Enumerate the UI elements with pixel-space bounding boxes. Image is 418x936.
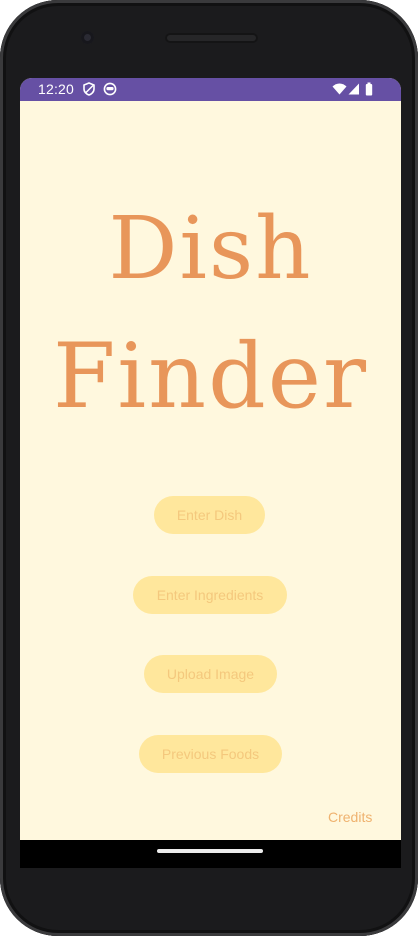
app-screen: 12:20 Dish Finder Enter Dish Enter Ingre… — [20, 78, 401, 840]
upload-image-button[interactable]: Upload Image — [144, 655, 277, 693]
front-camera — [81, 31, 94, 44]
enter-dish-button[interactable]: Enter Dish — [154, 496, 265, 534]
battery-icon — [365, 82, 373, 96]
home-gesture-handle[interactable] — [157, 849, 263, 853]
phone-frame: 12:20 Dish Finder Enter Dish Enter Ingre… — [0, 0, 418, 936]
previous-foods-button[interactable]: Previous Foods — [139, 735, 282, 773]
credits-link[interactable]: Credits — [328, 809, 372, 825]
face-icon — [103, 82, 117, 96]
app-title-line1: Dish — [108, 199, 313, 299]
app-title-line2: Finder — [52, 324, 369, 429]
signal-icon — [348, 83, 359, 95]
shield-icon — [83, 82, 95, 96]
status-bar: 12:20 — [20, 78, 401, 101]
wifi-icon — [332, 83, 347, 95]
enter-ingredients-button[interactable]: Enter Ingredients — [133, 576, 287, 614]
earpiece-speaker — [165, 33, 258, 43]
status-time: 12:20 — [38, 81, 75, 97]
navigation-bar — [20, 840, 401, 868]
